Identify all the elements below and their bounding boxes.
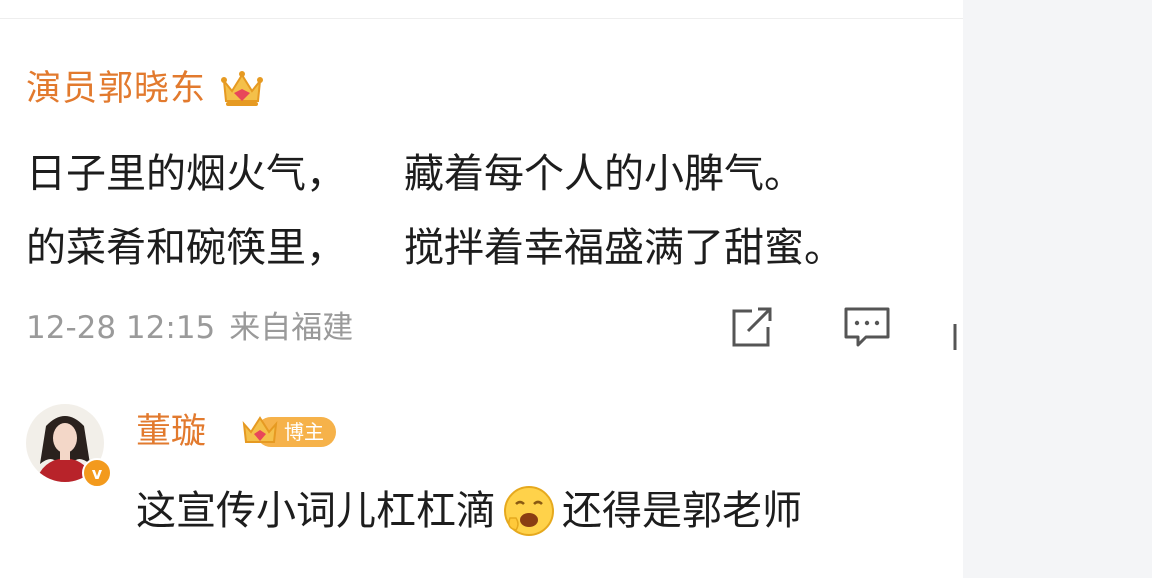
post-author[interactable]: 演员郭晓东 [26,64,266,114]
post-text-line-1: 日子里的烟火气， 藏着每个人的小脾气。 [26,146,804,202]
reply-text-segment: 这宣传小词儿杠杠滴 [136,488,496,534]
verified-badge: v [82,458,112,488]
like-icon[interactable] [952,322,962,352]
side-panel [963,0,1152,578]
post-text-segment: 搅拌着幸福盛满了甜蜜。 [404,225,844,271]
crown-icon [221,71,264,106]
post-text-segment: 日子里的烟火气， [26,151,346,197]
post-text-segment: 藏着每个人的小脾气。 [404,151,804,197]
post-source: 来自福建 [229,310,354,346]
post-author-name[interactable]: 演员郭晓东 [26,64,206,114]
reply-text: 这宣传小词儿杠杠滴 还得是郭老师 [136,483,802,539]
post-text-segment: 的菜肴和碗筷里， [26,225,346,271]
comment-icon[interactable] [842,303,892,351]
reply-text-segment: 还得是郭老师 [562,488,802,534]
blogger-badge: 博主 [240,410,336,454]
reply-author-name[interactable]: 董璇 [136,407,206,457]
crown-icon [242,416,278,443]
laughing-emoji-icon [504,486,554,536]
post-meta: 12-28 12:15 来自福建 [26,306,353,350]
post-text-line-2: 的菜肴和碗筷里， 搅拌着幸福盛满了甜蜜。 [26,220,844,276]
share-icon[interactable] [728,303,778,351]
divider [0,18,963,19]
post-timestamp: 12-28 12:15 [26,310,216,346]
